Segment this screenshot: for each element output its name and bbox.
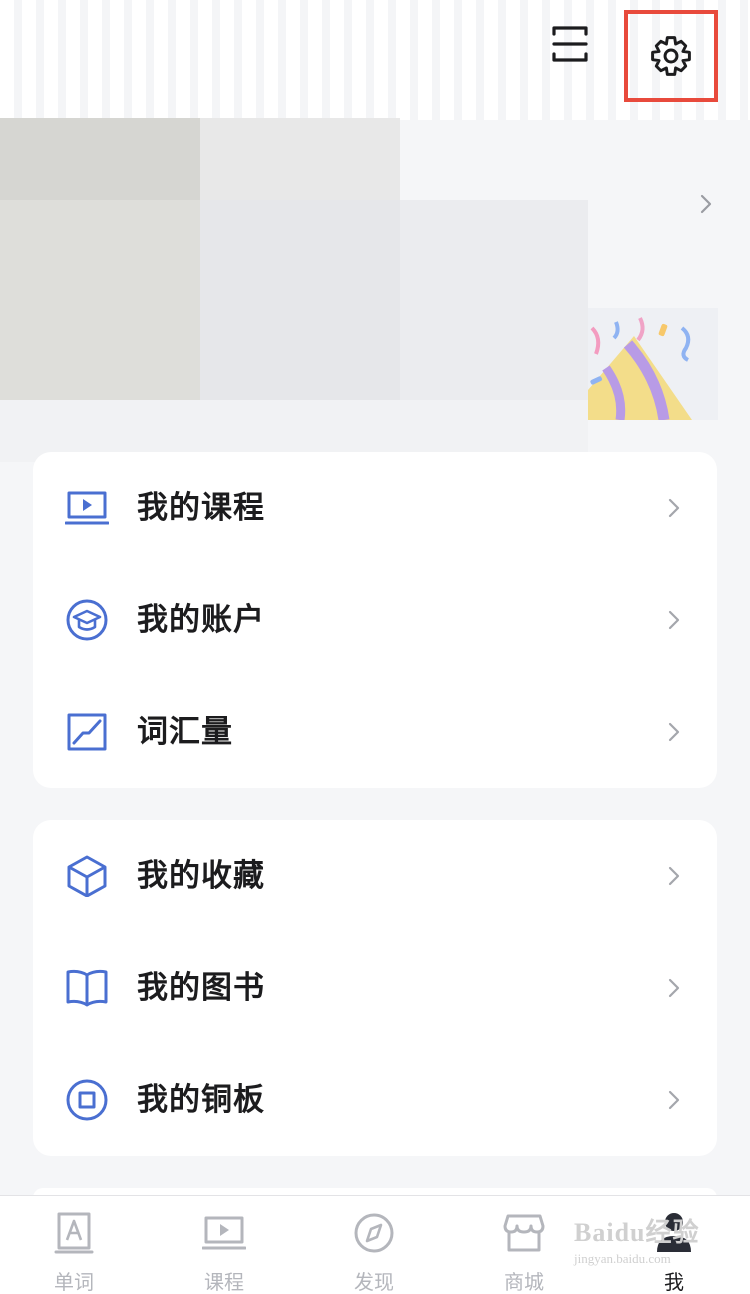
- chevron-right-icon: [668, 498, 680, 518]
- menu-card-secondary: 我的收藏 我的图书 我的铜板: [33, 820, 717, 1156]
- menu-item-coins[interactable]: 我的铜板: [33, 1044, 717, 1156]
- menu-item-label: 我的课程: [137, 490, 265, 526]
- chevron-right-icon: [668, 1090, 680, 1110]
- username-redacted: [200, 118, 400, 202]
- compass-icon: [354, 1213, 394, 1253]
- chevron-right-icon: [668, 610, 680, 630]
- book-icon: [66, 969, 108, 1007]
- watermark-url: jingyan.baidu.com: [574, 1251, 671, 1266]
- course-screen-icon: [65, 491, 109, 525]
- store-icon: [503, 1214, 545, 1252]
- settings-button[interactable]: [624, 10, 718, 102]
- tab-label: 课程: [204, 1270, 244, 1294]
- video-course-icon: [202, 1216, 246, 1250]
- menu-item-label: 我的账户: [137, 602, 265, 638]
- tab-discover[interactable]: 发现: [314, 1196, 434, 1294]
- menu-item-my-courses[interactable]: 我的课程: [33, 452, 717, 564]
- menu-item-my-account[interactable]: 我的账户: [33, 564, 717, 676]
- tab-label: 发现: [354, 1270, 394, 1294]
- menu-item-label: 我的铜板: [137, 1082, 265, 1118]
- menu-item-label: 我的收藏: [137, 858, 265, 894]
- graduation-cap-icon: [66, 599, 108, 641]
- trend-chart-icon: [67, 713, 107, 751]
- tab-courses[interactable]: 课程: [164, 1196, 284, 1294]
- coin-icon: [66, 1079, 108, 1121]
- tab-label: 商城: [504, 1270, 544, 1294]
- tab-label: 单词: [54, 1270, 94, 1294]
- menu-item-favorites[interactable]: 我的收藏: [33, 820, 717, 932]
- profile-redacted-area: [400, 200, 588, 400]
- word-card-icon: [54, 1212, 94, 1254]
- chevron-right-icon: [668, 978, 680, 998]
- menu-card-primary: 我的课程 我的账户 词汇量: [33, 452, 717, 788]
- profile-chevron-icon[interactable]: [694, 192, 718, 216]
- menu-item-vocabulary[interactable]: 词汇量: [33, 676, 717, 788]
- watermark-brand: Baidu经验: [574, 1218, 700, 1247]
- gear-icon: [651, 36, 691, 76]
- scan-button[interactable]: [540, 16, 600, 72]
- tab-words[interactable]: 单词: [14, 1196, 134, 1294]
- party-popper-icon: [588, 317, 692, 420]
- chevron-right-icon: [668, 722, 680, 742]
- scan-icon: [552, 26, 588, 62]
- profile-redacted-area: [200, 200, 400, 400]
- menu-item-label: 词汇量: [137, 714, 233, 750]
- baidu-watermark: Baidu经验 jingyan.baidu.com: [574, 1212, 714, 1282]
- avatar-redacted: [0, 118, 200, 202]
- chevron-right-icon: [668, 866, 680, 886]
- menu-item-label: 我的图书: [137, 970, 265, 1006]
- menu-item-my-books[interactable]: 我的图书: [33, 932, 717, 1044]
- cube-icon: [67, 855, 107, 897]
- tab-store[interactable]: 商城: [464, 1196, 584, 1294]
- celebration-banner[interactable]: [588, 308, 718, 420]
- profile-redacted-area: [0, 200, 200, 400]
